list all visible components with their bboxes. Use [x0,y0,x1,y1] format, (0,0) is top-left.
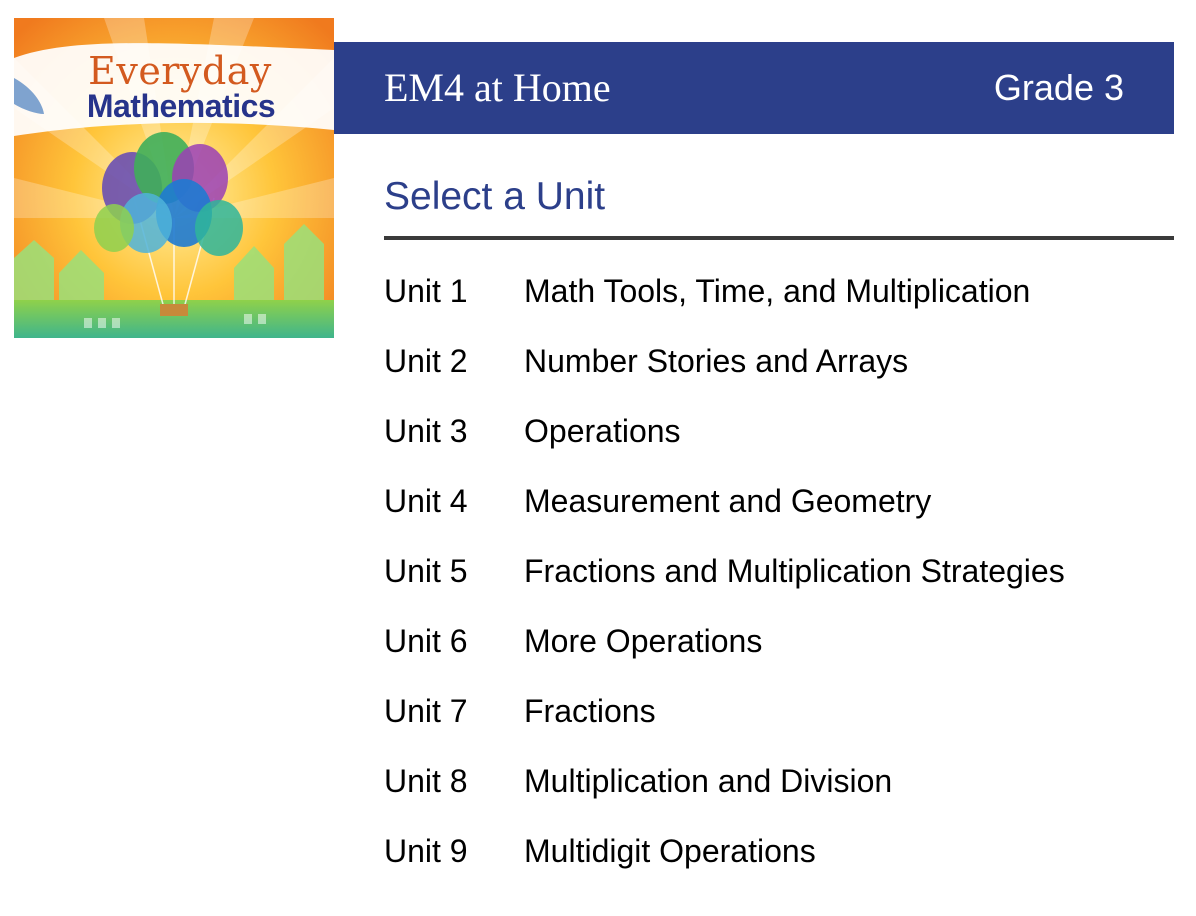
unit-title[interactable]: Operations [524,402,681,460]
unit-link-1[interactable]: Unit 1 Math Tools, Time, and Multiplicat… [384,262,1174,332]
unit-link-2[interactable]: Unit 2 Number Stories and Arrays [384,332,1174,402]
unit-title[interactable]: Fractions and Multiplication Strategies [524,542,1065,600]
unit-link-4[interactable]: Unit 4 Measurement and Geometry [384,472,1174,542]
unit-number: Unit 1 [384,273,468,309]
header-bar: EM4 at Home Grade 3 [334,42,1174,134]
unit-title[interactable]: Fractions [524,682,656,740]
section-divider [384,236,1174,240]
unit-list: Unit 1 Math Tools, Time, and Multiplicat… [384,262,1174,892]
unit-number: Unit 5 [384,553,468,589]
unit-link-9[interactable]: Unit 9 Multidigit Operations [384,822,1174,892]
everyday-mathematics-cover: Everyday Mathematics [14,18,334,338]
unit-number: Unit 3 [384,413,468,449]
grade-label: Grade 3 [993,67,1124,108]
unit-number: Unit 9 [384,833,468,869]
unit-number: Unit 6 [384,623,468,659]
unit-number: Unit 7 [384,693,468,729]
unit-link-3[interactable]: Unit 3 Operations [384,402,1174,472]
unit-link-6[interactable]: Unit 6 More Operations [384,612,1174,682]
section-title: Select a Unit [384,175,606,218]
unit-link-5[interactable]: Unit 5 Fractions and Multiplication Stra… [384,542,1174,612]
unit-title[interactable]: Multiplication and Division [524,752,892,810]
logo-word-everyday: Everyday [88,49,272,93]
unit-link-7[interactable]: Unit 7 Fractions [384,682,1174,752]
unit-title[interactable]: Number Stories and Arrays [524,332,908,390]
unit-number: Unit 2 [384,343,468,379]
everyday-mathematics-logo: Everyday Mathematics [14,52,334,122]
page-title: EM4 at Home [384,65,611,110]
unit-number: Unit 4 [384,483,468,519]
logo-word-mathematics: Mathematics [86,88,276,124]
unit-title[interactable]: Math Tools, Time, and Multiplication [524,262,1030,320]
unit-link-8[interactable]: Unit 8 Multiplication and Division [384,752,1174,822]
unit-number: Unit 8 [384,763,468,799]
unit-title[interactable]: Multidigit Operations [524,822,816,880]
unit-title[interactable]: Measurement and Geometry [524,472,931,530]
unit-title[interactable]: More Operations [524,612,762,670]
